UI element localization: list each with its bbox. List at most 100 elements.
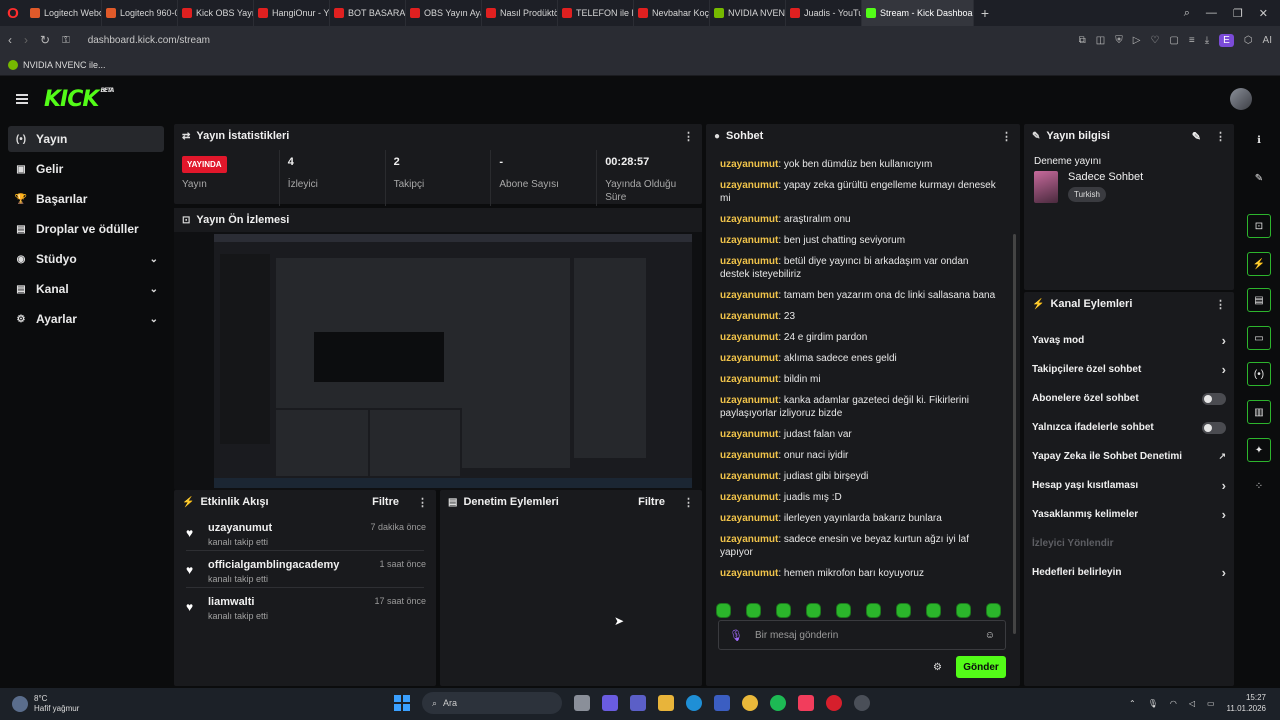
chat-username[interactable]: uzayanumut xyxy=(720,395,778,406)
emote-icon[interactable] xyxy=(956,603,971,618)
search-tabs-icon[interactable]: ⌕ xyxy=(1184,7,1190,20)
emote-icon[interactable] xyxy=(836,603,851,618)
browser-tab[interactable]: Logitech Webcam xyxy=(26,0,102,26)
capture-icon[interactable]: ⧉ xyxy=(1079,35,1086,46)
minimize-icon[interactable]: — xyxy=(1206,7,1217,20)
emote-icon[interactable] xyxy=(776,603,791,618)
chat-username[interactable]: uzayanumut xyxy=(720,159,778,170)
filter-button[interactable]: Filtre xyxy=(638,496,665,508)
browser-tab[interactable]: NVIDIA NVENC ile xyxy=(710,0,786,26)
emote-icon[interactable] xyxy=(926,603,941,618)
browser-tab[interactable]: Nasıl Prodüktör Ol xyxy=(482,0,558,26)
obs-icon[interactable] xyxy=(854,695,870,711)
volume-icon[interactable]: ◁ xyxy=(1189,699,1195,708)
emote-icon[interactable] xyxy=(806,603,821,618)
sidebar-item-gelir[interactable]: ▣ Gelir xyxy=(8,156,164,182)
sidebar-item-droplar[interactable]: ▤ Droplar ve ödüller xyxy=(8,216,164,242)
sidebar-item-yayin[interactable]: (•) Yayın xyxy=(8,126,164,152)
chat-username[interactable]: uzayanumut xyxy=(720,256,778,267)
cube-icon[interactable]: ⬡ xyxy=(1244,35,1253,46)
music-icon[interactable] xyxy=(798,695,814,711)
store-icon[interactable] xyxy=(714,695,730,711)
clock[interactable]: 15:27 11.01.2026 xyxy=(1227,692,1266,714)
more-options-icon[interactable]: ⋮ xyxy=(683,496,694,509)
microphone-icon[interactable]: 🎙 xyxy=(1148,699,1158,708)
kick-logo[interactable]: KICK BETA xyxy=(44,87,114,112)
chat-username[interactable]: uzayanumut xyxy=(720,180,778,191)
more-options-icon[interactable]: ⋮ xyxy=(417,496,428,509)
chat-settings-icon[interactable]: ⚙ xyxy=(933,662,942,673)
add-widget-icon[interactable]: ⁘ xyxy=(1247,474,1271,498)
goals-item[interactable]: Hedefleri belirleyin › xyxy=(1024,558,1234,587)
filter-button[interactable]: Filtre xyxy=(372,496,399,508)
back-icon[interactable]: ‹ xyxy=(8,33,12,47)
close-icon[interactable]: ✕ xyxy=(1259,7,1268,20)
new-tab-button[interactable]: + xyxy=(974,5,996,21)
browser-tab[interactable]: Logitech 960-00106 xyxy=(102,0,178,26)
emote-icon[interactable] xyxy=(866,603,881,618)
chat-username[interactable]: uzayanumut xyxy=(720,513,778,524)
chat-username[interactable]: uzayanumut xyxy=(720,332,778,343)
sidebar-item-ayarlar[interactable]: ⚙ Ayarlar ⌄ xyxy=(8,306,164,332)
opera-icon[interactable] xyxy=(826,695,842,711)
send-button[interactable]: Gönder xyxy=(956,656,1006,678)
chat-username[interactable]: uzayanumut xyxy=(720,374,778,385)
browser-tab[interactable]: BOT BASARAK YAYI xyxy=(330,0,406,26)
ai-icon[interactable]: AI xyxy=(1263,35,1272,46)
chat-username[interactable]: uzayanumut xyxy=(720,429,778,440)
emote-only-toggle[interactable] xyxy=(1202,421,1226,434)
play-icon[interactable]: ▷ xyxy=(1133,35,1141,46)
task-view-icon[interactable] xyxy=(574,695,590,711)
maximize-icon[interactable]: ❐ xyxy=(1233,7,1243,20)
chat-scrollbar[interactable] xyxy=(1013,234,1016,634)
stream-preview-video[interactable] xyxy=(214,234,692,488)
browser-tab[interactable]: OBS Yayın Ayarları xyxy=(406,0,482,26)
followers-only-item[interactable]: Takipçilere özel sohbet › xyxy=(1024,355,1234,384)
chat-username[interactable]: uzayanumut xyxy=(720,311,778,322)
chat-username[interactable]: uzayanumut xyxy=(720,353,778,364)
emote-icon[interactable] xyxy=(896,603,911,618)
user-avatar[interactable] xyxy=(1230,88,1252,110)
browser-tab[interactable]: Stream - Kick Dashboard xyxy=(862,0,974,26)
box-icon[interactable]: ▢ xyxy=(1169,35,1178,46)
ai-moderation-item[interactable]: Yapay Zeka ile Sohbet Denetimi ↗ xyxy=(1024,442,1234,471)
copilot-icon[interactable] xyxy=(602,695,618,711)
heart-icon[interactable]: ♡ xyxy=(1150,35,1159,46)
chat-username[interactable]: uzayanumut xyxy=(720,290,778,301)
sidebar-item-studyo[interactable]: ◉ Stüdyo ⌄ xyxy=(8,246,164,272)
sidebar-item-basarilar[interactable]: 🏆 Başarılar xyxy=(8,186,164,212)
taskbar-search[interactable]: ⌕ Ara xyxy=(422,692,562,714)
wifi-icon[interactable]: ◠ xyxy=(1170,699,1177,708)
url-field[interactable]: dashboard.kick.com/stream xyxy=(88,35,210,46)
camera-icon[interactable]: ◫ xyxy=(1096,35,1105,46)
more-options-icon[interactable]: ⋮ xyxy=(1215,130,1226,143)
browser-tab[interactable]: Kick OBS Yayın Ayarı xyxy=(178,0,254,26)
lightning-icon[interactable]: ⚡ xyxy=(1247,252,1271,276)
edge-icon[interactable] xyxy=(686,695,702,711)
folder-icon[interactable] xyxy=(658,695,674,711)
chat-messages[interactable]: uzayanumut: iyi yaptın ben takibe alıyor… xyxy=(706,148,1006,588)
wrench-icon[interactable]: ✦ xyxy=(1247,438,1271,462)
shield-icon[interactable]: ⛨ xyxy=(1115,35,1123,46)
spotify-icon[interactable] xyxy=(770,695,786,711)
chrome-icon[interactable] xyxy=(742,695,758,711)
subscribers-only-toggle[interactable] xyxy=(1202,392,1226,405)
book-icon[interactable]: ▥ xyxy=(1247,400,1271,424)
teams-icon[interactable] xyxy=(630,695,646,711)
weather-widget[interactable]: 8°C Hafif yağmur xyxy=(12,694,79,714)
chat-username[interactable]: uzayanumut xyxy=(720,235,778,246)
info-icon[interactable]: ℹ xyxy=(1247,128,1271,152)
account-age-item[interactable]: Hesap yaşı kısıtlaması › xyxy=(1024,471,1234,500)
slow-mode-item[interactable]: Yavaş mod › xyxy=(1024,326,1234,355)
browser-tab[interactable]: HangiOnur - YouTube xyxy=(254,0,330,26)
chevron-up-icon[interactable]: ⌃ xyxy=(1129,699,1136,708)
windows-start-icon[interactable] xyxy=(394,695,410,711)
forward-icon[interactable]: › xyxy=(24,33,28,47)
browser-tab[interactable]: Nevbahar Koç ile 1 xyxy=(634,0,710,26)
chat-username[interactable]: uzayanumut xyxy=(720,214,778,225)
preview-toggle-icon[interactable]: ⊡ xyxy=(1247,214,1271,238)
hamburger-menu-icon[interactable] xyxy=(16,94,28,104)
emote-icon[interactable] xyxy=(716,603,731,618)
sidebar-item-kanal[interactable]: ▤ Kanal ⌄ xyxy=(8,276,164,302)
download-icon[interactable]: ⤓ xyxy=(1205,35,1209,46)
